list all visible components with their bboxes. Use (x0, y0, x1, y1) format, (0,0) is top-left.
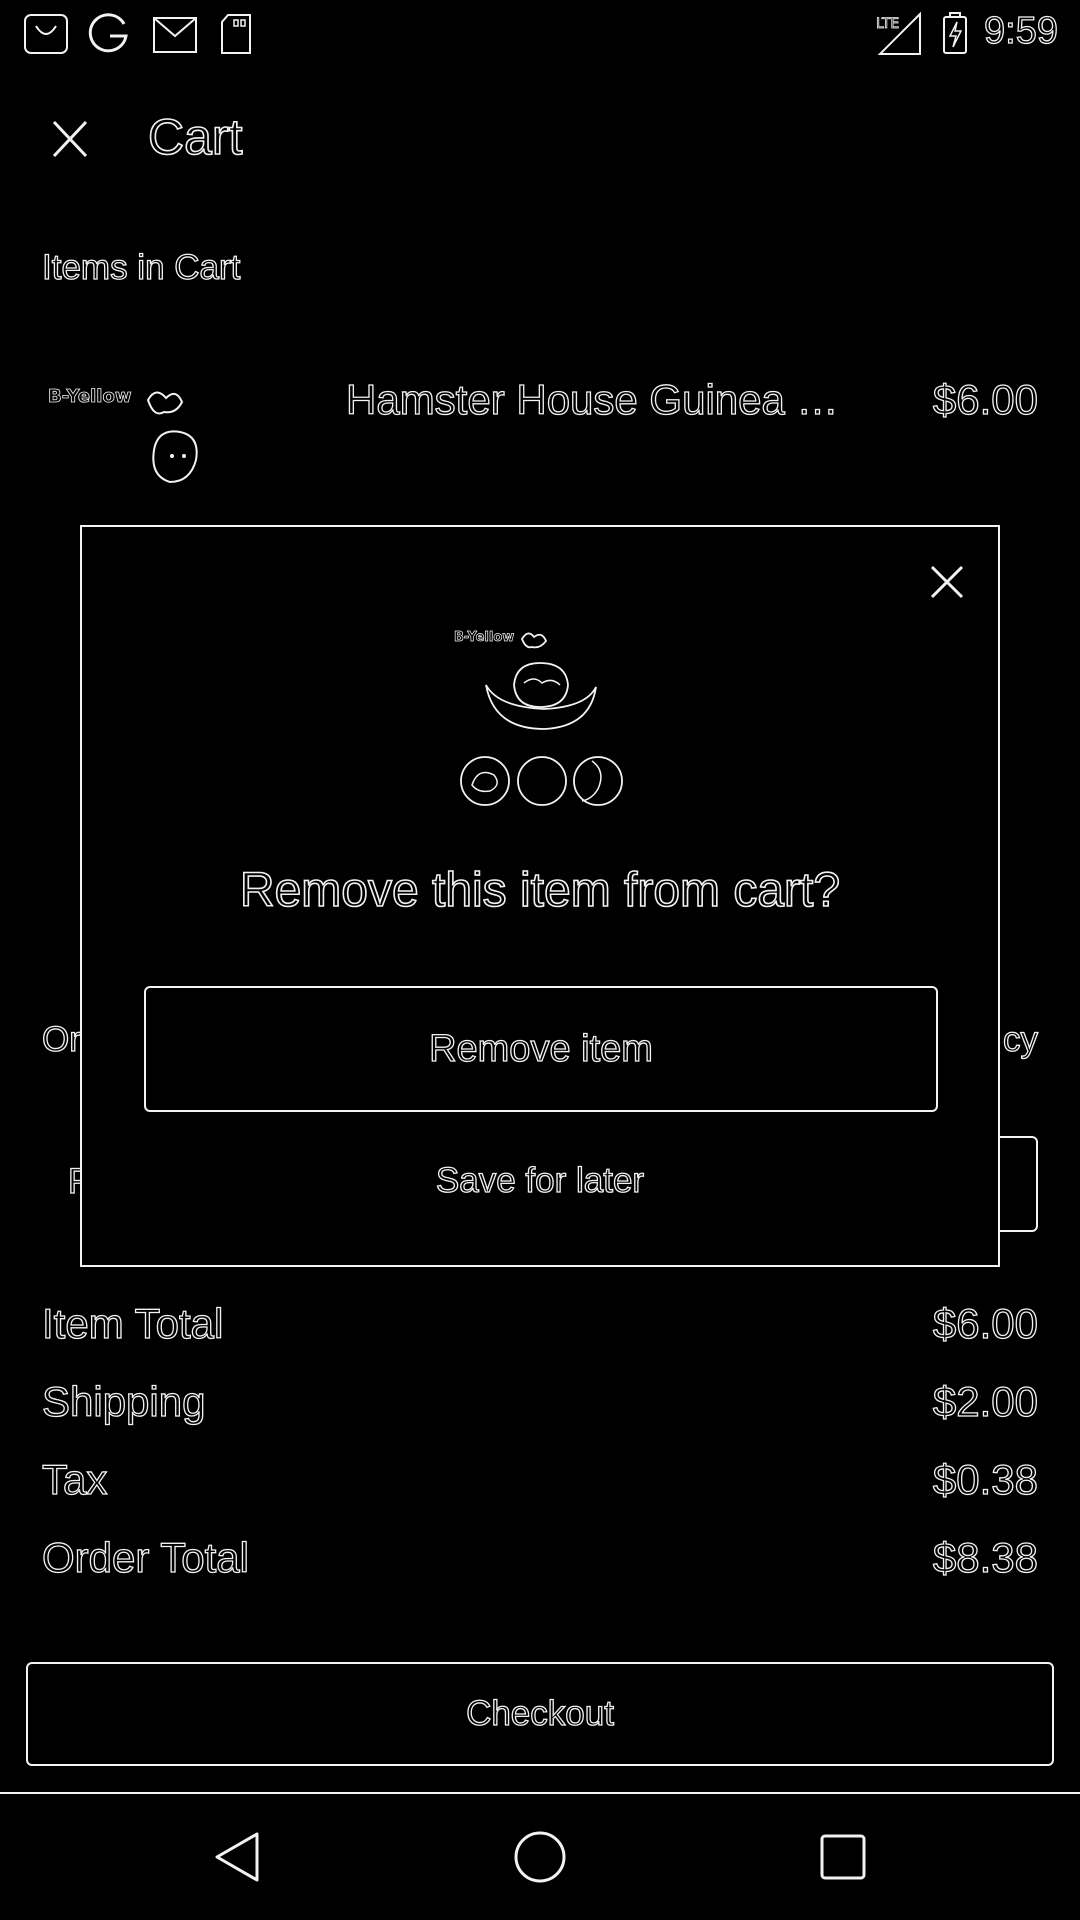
summary-label: Tax (41, 1455, 108, 1503)
dialog-brand-text: B-Yellow (454, 630, 514, 645)
background-row-label: Or (41, 1019, 81, 1059)
item-name: Hamster House Guinea Pi... (346, 376, 866, 424)
thumbnail-brand-text: B-Yellow (48, 386, 131, 407)
dialog-product-image: B-Yellow (454, 630, 623, 806)
dialog-close-icon[interactable] (926, 561, 968, 603)
summary-label: Shipping (41, 1377, 206, 1425)
summary-label: Item Total (41, 1299, 224, 1347)
dialog-title: Remove this item from cart? (239, 863, 841, 918)
summary-row-order-total: Order Total $8.38 (41, 1533, 1038, 1594)
summary-value: $0.38 (932, 1455, 1038, 1503)
app-bar: Cart (0, 88, 1080, 188)
gmail-icon (153, 17, 197, 53)
summary-row-item-total: Item Total $6.00 (41, 1299, 1038, 1360)
recents-icon[interactable] (810, 1824, 876, 1890)
item-price: $6.00 (932, 375, 1038, 423)
summary-value: $6.00 (932, 1299, 1038, 1347)
close-icon[interactable] (42, 112, 98, 168)
save-for-later-link[interactable]: Save for later (82, 1160, 998, 1201)
background-row-value: cy (1002, 1019, 1038, 1059)
status-time: 9:59 (983, 9, 1058, 52)
summary-row-shipping: Shipping $2.00 (41, 1377, 1038, 1438)
summary-value: $2.00 (932, 1377, 1038, 1425)
bag-icon (24, 14, 68, 54)
battery-charging-icon (943, 12, 967, 54)
navigation-bar (0, 1794, 1080, 1920)
remove-item-button[interactable]: Remove item (144, 986, 938, 1112)
summary-value: $8.38 (932, 1533, 1038, 1581)
sd-card-icon (221, 14, 251, 54)
cart-item[interactable]: B-Yellow Hamster House Guinea Pi... $6.0… (0, 360, 1080, 510)
summary-label: Order Total (41, 1533, 249, 1581)
summary-row-tax: Tax $0.38 (41, 1455, 1038, 1516)
home-icon[interactable] (507, 1824, 573, 1890)
google-icon (88, 13, 128, 53)
back-icon[interactable] (205, 1824, 271, 1890)
product-thumbnail: B-Yellow (48, 386, 198, 484)
svg-text:LTE: LTE (876, 16, 899, 32)
status-bar: LTE 9:59 (0, 0, 1080, 66)
page-title: Cart (147, 108, 243, 166)
lte-signal-icon: LTE (876, 12, 921, 55)
section-title: Items in Cart (41, 247, 241, 287)
checkout-button[interactable]: Checkout (26, 1662, 1054, 1766)
remove-item-dialog: B-Yellow Remove this item from cart? Rem… (80, 525, 1000, 1267)
